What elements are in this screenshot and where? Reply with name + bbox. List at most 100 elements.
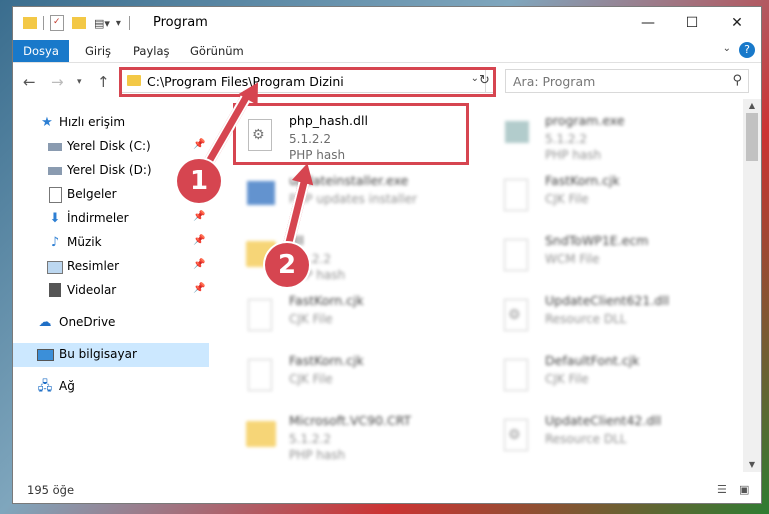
scroll-down-arrow-icon[interactable]: ▼: [743, 458, 761, 472]
sidebar-item-quick-access[interactable]: ★ Hızlı erişim: [13, 111, 209, 135]
sidebar-item-label: İndirmeler: [67, 211, 129, 225]
sidebar-item-label: Resimler: [67, 259, 120, 273]
sidebar-item-label: Yerel Disk (C:): [67, 139, 151, 153]
tab-file[interactable]: Dosya: [13, 40, 69, 62]
file-type: Resource DLL: [545, 312, 627, 326]
sidebar-item-downloads[interactable]: ⬇ İndirmeler 📌: [13, 207, 209, 231]
ribbon-tabs: Dosya Giriş Paylaş Görünüm ? ⌄: [13, 38, 761, 63]
scroll-up-arrow-icon[interactable]: ▲: [743, 99, 761, 113]
file-name: SndToWP1E.ecm: [545, 233, 649, 248]
file-icon: [499, 353, 533, 393]
file-item[interactable]: FastKorn.cjk CJK File: [489, 167, 729, 223]
file-type: CJK File: [545, 372, 589, 386]
sidebar-item-label: Hızlı erişim: [59, 115, 126, 129]
sidebar-item-music[interactable]: ♪ Müzik 📌: [13, 231, 209, 255]
folder-icon: [23, 17, 37, 29]
quick-access-toolbar: ✓ ▤▾ ▾: [23, 14, 130, 32]
file-type: CJK File: [289, 312, 333, 326]
music-icon: ♪: [50, 235, 60, 250]
title-bar: ✓ ▤▾ ▾ Program — ☐ ✕: [13, 7, 761, 38]
back-arrow-icon[interactable]: ←: [23, 73, 36, 91]
file-name: UpdateClient42.dll: [545, 413, 662, 428]
file-item[interactable]: Microsoft.VC90.CRT 5.1.2.2 PHP hash: [233, 407, 473, 463]
forward-arrow-icon[interactable]: →: [51, 73, 64, 91]
pin-icon[interactable]: 📌: [193, 139, 205, 150]
download-icon: ⬇: [49, 211, 61, 226]
recent-locations-icon[interactable]: ▾: [77, 77, 82, 87]
sidebar-item-label: Belgeler: [67, 187, 117, 201]
pictures-icon: [47, 259, 63, 275]
search-input[interactable]: Ara: Program ⚲: [505, 69, 749, 93]
pin-icon[interactable]: 📌: [193, 235, 205, 246]
file-description: PHP hash: [289, 448, 346, 462]
file-item[interactable]: FastKorn.cjk CJK File: [233, 347, 473, 403]
sidebar-item-network[interactable]: 🖧 Ağ: [13, 375, 209, 399]
maximize-button[interactable]: ☐: [669, 7, 715, 38]
file-type: Resource DLL: [545, 432, 627, 446]
file-item[interactable]: FastKorn.cjk CJK File: [233, 287, 473, 343]
dll-gear-icon: ⚙: [499, 293, 533, 333]
separator: [43, 16, 44, 30]
tab-home[interactable]: Giriş: [85, 41, 111, 61]
file-version: 5.1.2.2: [289, 432, 331, 446]
new-folder-icon[interactable]: [72, 17, 86, 29]
large-icons-view-icon[interactable]: ▣: [739, 483, 755, 497]
expand-ribbon-icon[interactable]: ⌄: [723, 43, 731, 54]
file-item[interactable]: updateinstaller.exe PHP updates installe…: [233, 167, 473, 223]
video-icon: [47, 283, 63, 299]
sidebar-item-label: Yerel Disk (D:): [67, 163, 152, 177]
sidebar-item-videos[interactable]: Videolar 📌: [13, 279, 209, 303]
file-type: WCM File: [545, 252, 600, 266]
drive-icon: [47, 163, 63, 179]
sidebar-item-label: Ağ: [59, 379, 75, 393]
vertical-scrollbar[interactable]: ▲ ▼: [743, 99, 761, 472]
file-explorer-window: ✓ ▤▾ ▾ Program — ☐ ✕ Dosya Giriş Paylaş …: [12, 6, 762, 504]
file-name: Microsoft.VC90.CRT: [289, 413, 412, 428]
sidebar-item-this-pc[interactable]: Bu bilgisayar: [13, 343, 209, 367]
pin-icon[interactable]: 📌: [193, 259, 205, 270]
file-name: FastKorn.cjk: [289, 293, 364, 308]
customize-toolbar-icon[interactable]: ▤▾: [94, 17, 110, 30]
status-bar: 195 öğe ☰ ▣: [13, 479, 761, 503]
folder-icon: [243, 413, 277, 453]
separator: [128, 16, 130, 30]
properties-icon[interactable]: ✓: [50, 15, 64, 31]
minimize-button[interactable]: —: [625, 7, 671, 38]
chevron-down-icon[interactable]: ▾: [116, 18, 121, 29]
tab-view[interactable]: Görünüm: [190, 41, 244, 61]
sidebar-item-local-disk-c[interactable]: Yerel Disk (C:) 📌: [13, 135, 209, 159]
file-version: 5.1.2.2: [545, 132, 587, 146]
sidebar-item-pictures[interactable]: Resimler 📌: [13, 255, 209, 279]
file-icon: [499, 173, 533, 213]
window-title: Program: [153, 15, 208, 30]
step-1-badge: 1: [177, 159, 221, 203]
scrollbar-thumb[interactable]: [746, 113, 758, 161]
file-item[interactable]: program.exe 5.1.2.2 PHP hash: [489, 107, 729, 163]
file-type: CJK File: [545, 192, 589, 206]
drive-icon: [47, 139, 63, 155]
file-type: CJK File: [289, 372, 333, 386]
address-highlight-box: [119, 67, 496, 97]
file-item[interactable]: ⚙ UpdateClient621.dll Resource DLL: [489, 287, 729, 343]
tab-share[interactable]: Paylaş: [133, 41, 170, 61]
up-arrow-icon[interactable]: ↑: [97, 73, 110, 91]
navigation-pane: ★ Hızlı erişim Yerel Disk (C:) 📌 Yerel D…: [13, 99, 209, 471]
file-item[interactable]: ⚙ UpdateClient42.dll Resource DLL: [489, 407, 729, 463]
help-button[interactable]: ?: [739, 42, 755, 58]
pin-icon[interactable]: 📌: [193, 283, 205, 294]
pin-icon[interactable]: 📌: [193, 211, 205, 222]
search-placeholder: Ara: Program: [513, 74, 596, 89]
file-description: PHP hash: [545, 148, 602, 162]
cloud-icon: ☁: [38, 315, 52, 330]
sidebar-item-onedrive[interactable]: ☁ OneDrive: [13, 311, 209, 335]
sidebar-item-label: Videolar: [67, 283, 117, 297]
file-name: FastKorn.cjk: [289, 353, 364, 368]
file-item[interactable]: SndToWP1E.ecm WCM File: [489, 227, 729, 283]
close-button[interactable]: ✕: [714, 7, 760, 38]
file-name: UpdateClient621.dll: [545, 293, 670, 308]
star-icon: ★: [41, 115, 53, 130]
file-icon: [243, 353, 277, 393]
installer-icon: [243, 173, 277, 213]
file-item[interactable]: DefaultFont.cjk CJK File: [489, 347, 729, 403]
details-view-icon[interactable]: ☰: [717, 483, 733, 497]
